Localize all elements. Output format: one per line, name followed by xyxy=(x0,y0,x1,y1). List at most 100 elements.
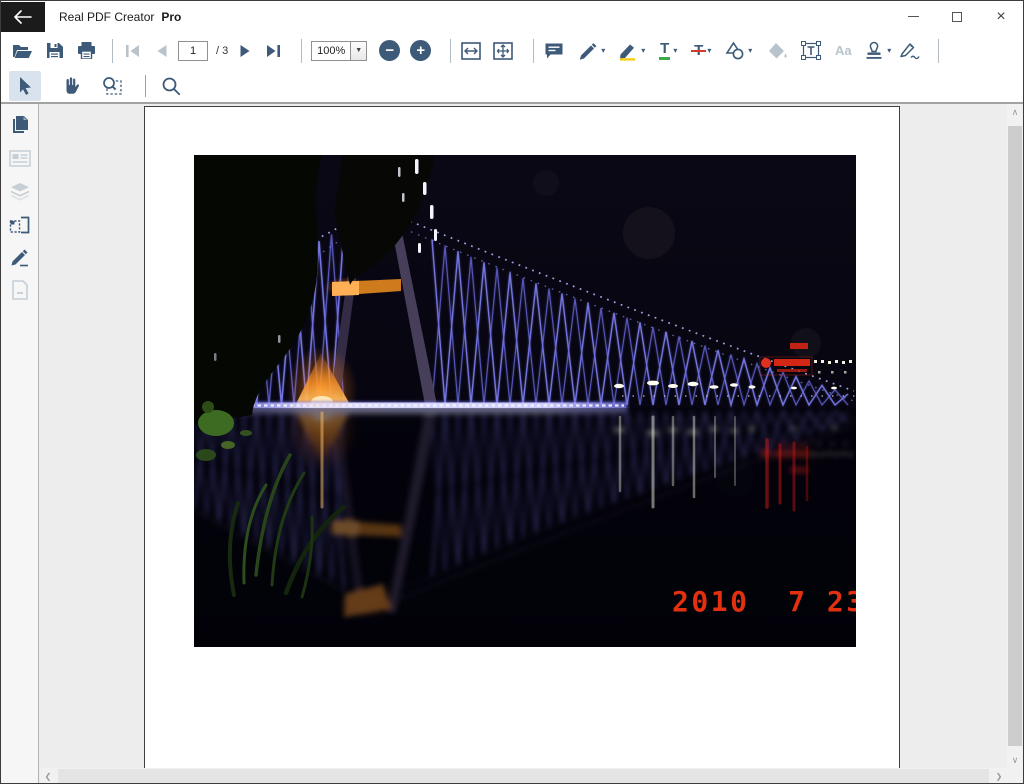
sign-panel-icon xyxy=(11,249,28,267)
sign-panel-button[interactable] xyxy=(5,246,35,268)
highlighter-tool-button[interactable]: ▾ xyxy=(617,38,645,64)
zoom-out-button[interactable]: − xyxy=(379,40,401,61)
zoom-in-button[interactable]: + xyxy=(410,40,432,61)
pages-panel-icon xyxy=(12,116,28,133)
zoom-dropdown-button[interactable]: ▼ xyxy=(351,40,368,61)
underline-text-icon: T xyxy=(659,41,671,60)
page-number-input[interactable] xyxy=(178,40,208,61)
font-button[interactable]: Aa xyxy=(832,38,854,64)
text-box-button[interactable] xyxy=(800,38,822,64)
fill-color-icon xyxy=(768,42,787,58)
comment-icon xyxy=(545,43,563,58)
page-total-label: / 3 xyxy=(216,44,229,57)
horizontal-scrollbar[interactable]: ❮ ❯ xyxy=(40,768,1007,783)
scroll-up-button[interactable]: ∧ xyxy=(1007,104,1023,120)
back-icon xyxy=(14,9,32,24)
pages-panel-button[interactable] xyxy=(5,114,35,136)
shapes-tool-button[interactable]: ▾ xyxy=(725,38,752,64)
toolbar-separator xyxy=(112,38,113,63)
minimize-button[interactable] xyxy=(891,1,935,32)
fit-width-button[interactable] xyxy=(460,38,482,64)
scroll-down-button[interactable]: ∨ xyxy=(1007,752,1023,768)
zoom-level-input[interactable] xyxy=(311,40,352,61)
comments-panel-icon xyxy=(8,149,31,167)
signature-tool-button[interactable] xyxy=(899,38,921,64)
scroll-left-icon: ❮ xyxy=(44,771,52,781)
fill-color-button[interactable] xyxy=(766,38,788,64)
first-page-button[interactable] xyxy=(122,38,144,64)
notes-panel-button[interactable] xyxy=(5,279,35,301)
toolbar-separator xyxy=(450,38,452,63)
open-icon xyxy=(12,44,32,58)
shapes-icon xyxy=(725,41,744,60)
stamp-tool-button[interactable]: ▾ xyxy=(864,38,891,64)
prev-page-icon xyxy=(157,44,166,57)
app-title: Real PDF Creator Pro xyxy=(59,10,181,24)
select-tool-button[interactable] xyxy=(9,70,41,101)
close-icon: × xyxy=(996,7,1006,25)
tools-toolbar xyxy=(1,69,1023,104)
save-icon xyxy=(46,43,63,59)
chevron-down-icon: ▾ xyxy=(748,46,753,55)
open-button[interactable] xyxy=(11,38,33,64)
chevron-down-icon: ▾ xyxy=(641,46,646,55)
window-controls: × xyxy=(891,1,1023,32)
toolbar-separator xyxy=(145,74,146,97)
document-area: 2010 7 23 ∧ ∨ ❮ ❯ xyxy=(1,104,1023,783)
strikeout-text-button[interactable]: T ▾ xyxy=(691,38,713,64)
search-button[interactable] xyxy=(156,73,186,99)
minimize-icon xyxy=(907,16,919,17)
fit-page-button[interactable] xyxy=(492,38,514,64)
comments-panel-button[interactable] xyxy=(5,147,35,169)
horizontal-scroll-thumb[interactable] xyxy=(58,769,989,783)
notes-panel-icon xyxy=(11,280,28,300)
extract-panel-button[interactable] xyxy=(5,213,35,235)
layers-panel-icon xyxy=(10,182,29,201)
search-icon xyxy=(162,77,181,95)
print-button[interactable] xyxy=(75,38,97,64)
close-button[interactable]: × xyxy=(979,1,1023,32)
font-icon: Aa xyxy=(834,43,852,58)
toolbar-separator xyxy=(301,38,303,63)
maximize-icon xyxy=(952,11,962,22)
title-bar: Real PDF Creator Pro × xyxy=(1,1,1023,32)
fit-page-icon xyxy=(493,41,514,60)
scroll-down-icon: ∨ xyxy=(1011,754,1019,765)
save-button[interactable] xyxy=(43,38,65,64)
scroll-right-icon: ❯ xyxy=(995,771,1003,781)
first-page-icon xyxy=(126,44,139,57)
strikeout-text-icon: T xyxy=(691,42,707,59)
next-page-button[interactable] xyxy=(234,38,256,64)
hand-tool-button[interactable] xyxy=(55,73,85,99)
chevron-down-icon: ▾ xyxy=(673,46,678,55)
scroll-up-icon: ∧ xyxy=(1011,106,1019,117)
scroll-left-button[interactable]: ❮ xyxy=(40,768,56,783)
last-page-button[interactable] xyxy=(262,38,284,64)
comment-button[interactable] xyxy=(543,38,565,64)
vertical-scrollbar[interactable]: ∧ ∨ xyxy=(1007,104,1023,768)
maximize-button[interactable] xyxy=(935,1,979,32)
left-panel-bar xyxy=(1,104,39,783)
vertical-scroll-thumb[interactable] xyxy=(1008,126,1022,746)
toolbar-separator xyxy=(533,38,535,63)
highlighter-icon xyxy=(620,44,636,61)
extract-panel-icon xyxy=(9,216,30,233)
prev-page-button[interactable] xyxy=(150,38,172,64)
date-stamp: 2010 7 23 xyxy=(672,585,856,618)
toolbar-separator xyxy=(938,38,940,63)
app-window: Real PDF Creator Pro × 1 / 3 100% ▼ − + … xyxy=(0,0,1024,784)
app-title-name: Real PDF Creator xyxy=(59,9,155,24)
print-icon xyxy=(77,42,95,59)
pdf-viewport[interactable]: 2010 7 23 xyxy=(40,104,1007,768)
pencil-tool-button[interactable]: ▾ xyxy=(577,38,605,64)
select-cursor-icon xyxy=(19,77,31,95)
main-toolbar: / 3 ▼ − + xyxy=(1,32,1023,69)
app-title-edition: Pro xyxy=(161,9,182,24)
zoom-combo: ▼ xyxy=(311,40,368,61)
pencil-icon xyxy=(580,43,597,60)
scroll-right-button[interactable]: ❯ xyxy=(991,768,1007,783)
layers-panel-button[interactable] xyxy=(5,180,35,202)
underline-text-button[interactable]: T ▾ xyxy=(657,38,679,64)
marquee-zoom-button[interactable] xyxy=(97,73,127,99)
back-button[interactable] xyxy=(1,1,45,32)
